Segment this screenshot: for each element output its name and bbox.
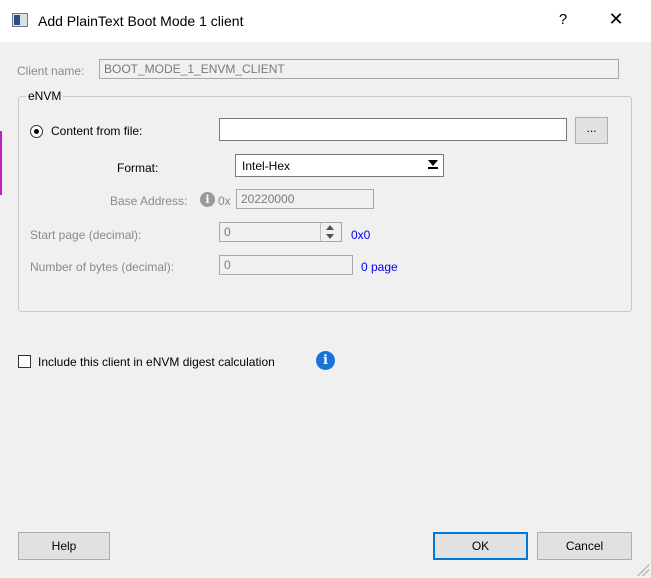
cancel-button[interactable]: Cancel bbox=[537, 532, 632, 560]
num-bytes-pages: 0 page bbox=[361, 260, 398, 274]
base-address-prefix: 0x bbox=[218, 194, 231, 208]
app-icon bbox=[12, 13, 28, 27]
resize-grip[interactable] bbox=[637, 564, 649, 576]
start-page-hex: 0x0 bbox=[351, 228, 371, 242]
start-page-value: 0 bbox=[224, 225, 231, 239]
content-from-file-label: Content from file: bbox=[51, 124, 143, 138]
chevron-down-icon bbox=[428, 160, 438, 169]
window-title: Add PlainText Boot Mode 1 client bbox=[38, 13, 244, 29]
file-path-input[interactable] bbox=[219, 118, 567, 141]
format-select[interactable]: Intel-Hex bbox=[235, 154, 444, 177]
include-digest-checkbox[interactable] bbox=[18, 355, 31, 368]
ok-button[interactable]: OK bbox=[433, 532, 528, 560]
spin-down-icon bbox=[326, 234, 334, 239]
num-bytes-field: 0 bbox=[219, 255, 353, 275]
spin-buttons bbox=[320, 223, 341, 241]
base-address-label: Base Address: bbox=[110, 194, 188, 208]
client-name-label: Client name: bbox=[17, 64, 85, 78]
format-label: Format: bbox=[117, 161, 159, 175]
help-button[interactable]: Help bbox=[18, 532, 110, 560]
spin-up-icon bbox=[326, 225, 334, 230]
envm-group-title: eNVM bbox=[26, 89, 64, 103]
num-bytes-label: Number of bytes (decimal): bbox=[30, 260, 175, 274]
browse-button[interactable]: ... bbox=[575, 117, 608, 144]
base-address-field: 20220000 bbox=[236, 189, 374, 209]
start-page-label: Start page (decimal): bbox=[30, 228, 142, 242]
digest-info-icon[interactable]: i bbox=[316, 351, 335, 370]
include-digest-label: Include this client in eNVM digest calcu… bbox=[38, 355, 275, 369]
client-name-field: BOOT_MODE_1_ENVM_CLIENT bbox=[99, 59, 619, 79]
help-icon[interactable]: ? bbox=[553, 11, 573, 28]
content-from-file-radio[interactable] bbox=[30, 125, 43, 138]
start-page-stepper: 0 bbox=[219, 222, 342, 242]
info-icon: i bbox=[200, 192, 215, 207]
close-icon[interactable]: ✕ bbox=[604, 9, 628, 30]
format-selected-value: Intel-Hex bbox=[242, 159, 291, 173]
background-window-edge bbox=[0, 131, 2, 195]
